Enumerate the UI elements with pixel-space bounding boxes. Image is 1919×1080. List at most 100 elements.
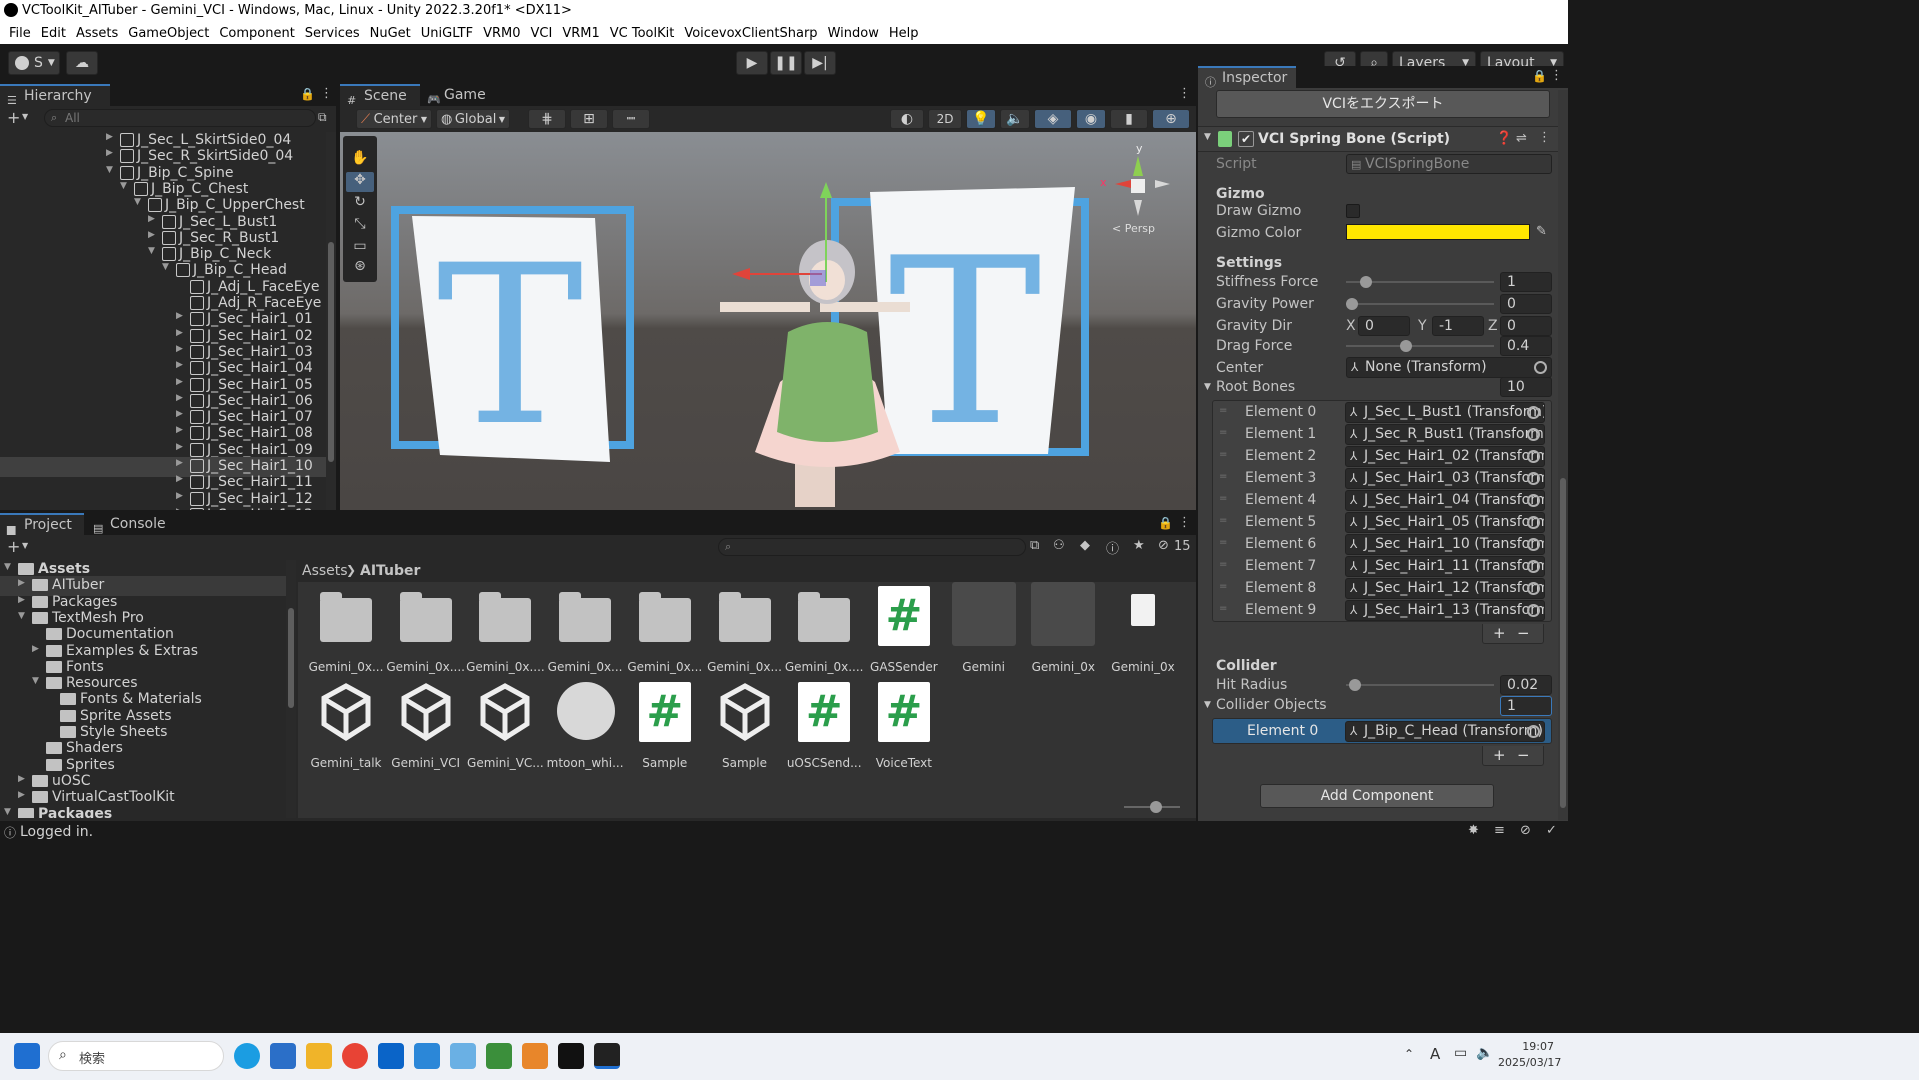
increment-snap-toggle[interactable]: ┉ <box>612 109 650 129</box>
element-object-field[interactable]: J_Sec_Hair1_13 (Transform) <box>1345 600 1545 621</box>
draw-mode-dropdown[interactable]: ◐ <box>890 109 924 129</box>
lock-icon[interactable]: 🔒 <box>1158 516 1173 530</box>
volume-icon[interactable]: 🔈 <box>1476 1045 1493 1061</box>
remove-collider-button[interactable]: − <box>1517 746 1530 764</box>
camera-dropdown[interactable]: ▮ <box>1110 109 1148 129</box>
add-component-button[interactable]: Add Component <box>1260 784 1494 808</box>
space-dropdown[interactable]: ◍ Global ▼ <box>436 109 510 129</box>
root-bone-element-row[interactable]: = Element 4 J_Sec_Hair1_04 (Transform) <box>1213 489 1551 511</box>
element-object-field[interactable]: J_Sec_Hair1_02 (Transform) <box>1345 446 1545 467</box>
root-bone-element-row[interactable]: = Element 0 J_Sec_L_Bust1 (Transform) <box>1213 401 1551 423</box>
chevron-right-icon[interactable]: ▶ <box>176 393 183 403</box>
chrome-icon[interactable] <box>342 1043 368 1069</box>
root-bone-element-row[interactable]: = Element 8 J_Sec_Hair1_12 (Transform) <box>1213 577 1551 599</box>
root-bones-size-input[interactable]: 10 <box>1500 377 1552 397</box>
gravity-power-input[interactable]: 0 <box>1500 294 1552 314</box>
drag-handle-icon[interactable]: = <box>1219 581 1227 592</box>
no-cache-icon[interactable]: ⊘ <box>1520 823 1531 838</box>
transform-tool-icon[interactable]: ⊛ <box>346 258 374 278</box>
object-picker-icon[interactable] <box>1527 516 1540 529</box>
projection-label[interactable]: < Persp <box>1112 222 1155 235</box>
pause-button[interactable]: ❚❚ <box>770 51 802 75</box>
object-picker-icon[interactable] <box>1527 406 1540 419</box>
star-icon[interactable]: ★ <box>1133 538 1145 553</box>
notes-icon[interactable] <box>486 1043 512 1069</box>
grid-snap-toggle[interactable]: ⋕ <box>528 109 566 129</box>
account-button[interactable]: S ▼ <box>8 51 60 75</box>
object-picker-icon[interactable] <box>1527 538 1540 551</box>
move-tool-icon[interactable]: ✥ <box>346 172 374 192</box>
chevron-down-icon[interactable]: ▼ <box>120 181 127 191</box>
more-options-icon[interactable]: ⋮ <box>320 86 333 101</box>
project-search-input[interactable]: ⌕ <box>718 538 1026 556</box>
add-element-button[interactable]: + <box>1493 624 1506 642</box>
add-collider-button[interactable]: + <box>1493 746 1506 764</box>
tag-icon[interactable]: ◆ <box>1080 538 1090 553</box>
slider-knob[interactable] <box>1400 340 1413 352</box>
layers-stack-icon[interactable]: ≡ <box>1494 823 1505 838</box>
remove-element-button[interactable]: − <box>1517 624 1530 642</box>
hit-radius-input[interactable]: 0.02 <box>1500 675 1552 695</box>
lock-icon[interactable]: 🔒 <box>1532 69 1547 83</box>
file-explorer-icon[interactable] <box>306 1043 332 1069</box>
ime-indicator[interactable]: A <box>1430 1045 1440 1063</box>
gizmos-dropdown[interactable]: ⊕ <box>1152 109 1190 129</box>
pivot-dropdown[interactable]: ⟋ Center ▼ <box>356 109 432 129</box>
object-picker-icon[interactable] <box>1527 450 1540 463</box>
element-object-field[interactable]: J_Sec_Hair1_12 (Transform) <box>1345 578 1545 599</box>
tab-project[interactable]: ▆ Project <box>0 513 84 536</box>
collider-element-row[interactable]: Element 0 J_Bip_C_Head (Transform) <box>1212 718 1552 744</box>
help-icon[interactable]: ❓ <box>1496 131 1512 146</box>
orientation-gizmo[interactable] <box>1115 156 1170 216</box>
hierarchy-row[interactable]: ▶ J_Sec_Hair1_13 <box>0 506 326 510</box>
object-picker-icon[interactable] <box>1527 725 1540 738</box>
component-enabled-checkbox[interactable]: ✔ <box>1238 131 1254 147</box>
root-bone-element-row[interactable]: = Element 2 J_Sec_Hair1_02 (Transform) <box>1213 445 1551 467</box>
chevron-down-icon[interactable]: ▼ <box>1204 382 1211 392</box>
tab-game[interactable]: 🎮 Game <box>420 84 500 106</box>
element-object-field[interactable]: J_Sec_Hair1_04 (Transform) <box>1345 490 1545 511</box>
lock-icon[interactable]: 🔒 <box>300 87 315 101</box>
play-button[interactable]: ▶ <box>736 51 768 75</box>
meta-icon[interactable] <box>558 1043 584 1069</box>
chevron-right-icon[interactable]: ▶ <box>176 491 183 501</box>
element-object-field[interactable]: J_Sec_Hair1_05 (Transform) <box>1345 512 1545 533</box>
collider-objects-label[interactable]: Collider Objects <box>1216 697 1327 713</box>
menu-services[interactable]: Services <box>300 26 365 41</box>
menu-unigltf[interactable]: UniGLTF <box>416 26 478 41</box>
chevron-right-icon[interactable]: ▶ <box>106 132 113 142</box>
object-picker-icon[interactable] <box>1527 494 1540 507</box>
root-bone-element-row[interactable]: = Element 9 J_Sec_Hair1_13 (Transform) <box>1213 599 1551 621</box>
grid-visibility-toggle[interactable]: ⊞ <box>570 109 608 129</box>
hierarchy-search-input[interactable]: ⌕ All <box>44 109 316 127</box>
menu-vci[interactable]: VCI <box>526 26 558 41</box>
menu-gameobject[interactable]: GameObject <box>123 26 214 41</box>
root-bone-element-row[interactable]: = Element 6 J_Sec_Hair1_10 (Transform) <box>1213 533 1551 555</box>
object-picker-icon[interactable] <box>1527 560 1540 573</box>
chevron-right-icon[interactable]: ▶ <box>176 328 183 338</box>
slider-knob[interactable] <box>1359 276 1372 288</box>
draw-gizmo-checkbox[interactable] <box>1346 204 1360 218</box>
drag-handle-icon[interactable]: = <box>1219 427 1227 438</box>
chevron-right-icon[interactable]: ▶ <box>176 360 183 370</box>
tab-console[interactable]: ▤ Console <box>86 513 176 535</box>
drag-handle-icon[interactable]: = <box>1219 559 1227 570</box>
chevron-right-icon[interactable]: ▶ <box>148 214 155 224</box>
scroll-thumb[interactable] <box>1560 478 1566 808</box>
app-icon[interactable] <box>450 1043 476 1069</box>
chevron-up-icon[interactable]: ⌃ <box>1404 1047 1414 1061</box>
object-picker-icon[interactable] <box>1527 604 1540 617</box>
chevron-down-icon[interactable]: ▼ <box>134 197 141 207</box>
element-object-field[interactable]: J_Sec_Hair1_11 (Transform) <box>1345 556 1545 577</box>
tab-scene[interactable]: # Scene <box>340 84 420 107</box>
scene-filter-icon[interactable]: ⧉ <box>318 110 327 125</box>
chevron-down-icon[interactable]: ▼ <box>162 262 169 272</box>
bug-icon[interactable]: ✸ <box>1468 823 1479 838</box>
object-picker-icon[interactable] <box>1527 582 1540 595</box>
search-by-label-icon[interactable]: ⚇ <box>1053 538 1065 553</box>
2d-toggle[interactable]: 2D <box>928 109 962 129</box>
chevron-down-icon[interactable]: ▼ <box>4 807 11 817</box>
more-options-icon[interactable]: ⋮ <box>1538 130 1551 145</box>
drag-handle-icon[interactable]: = <box>1219 493 1227 504</box>
audio-toggle[interactable]: 🔈 <box>1000 109 1030 129</box>
